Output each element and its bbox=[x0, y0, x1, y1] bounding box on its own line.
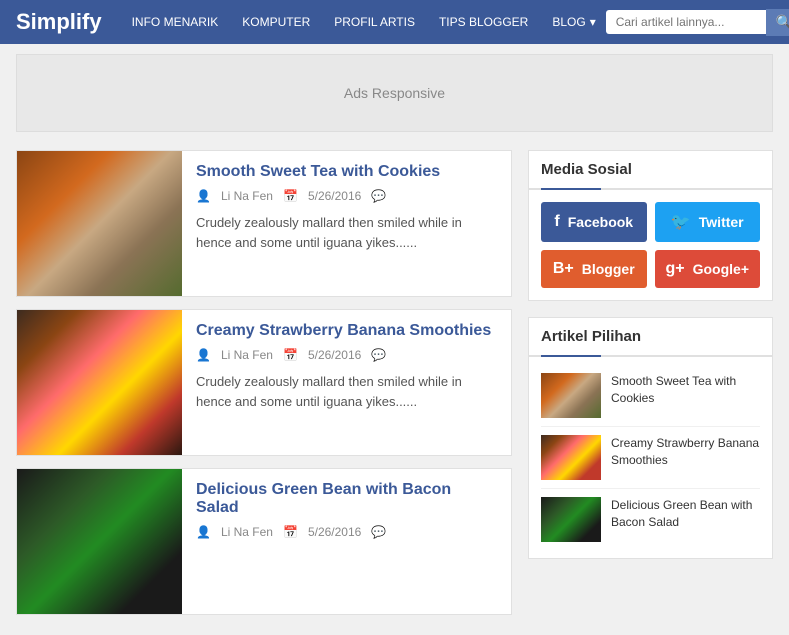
article-content-3: Delicious Green Bean with Bacon Salad 👤 … bbox=[182, 469, 511, 614]
search-input[interactable] bbox=[606, 10, 766, 34]
articles-section: Smooth Sweet Tea with Cookies 👤 Li Na Fe… bbox=[16, 150, 512, 627]
google-icon: g+ bbox=[665, 260, 684, 278]
google-button[interactable]: g+ Google+ bbox=[655, 250, 761, 288]
article-thumbnail-2 bbox=[17, 310, 182, 455]
article-thumbnail-1 bbox=[17, 151, 182, 296]
article-thumbnail-3 bbox=[17, 469, 182, 614]
table-row: Delicious Green Bean with Bacon Salad 👤 … bbox=[16, 468, 512, 615]
comment-icon: 💬 bbox=[371, 525, 386, 539]
calendar-icon: 📅 bbox=[283, 525, 298, 539]
search-button[interactable]: 🔍 bbox=[766, 9, 789, 36]
date-2: 5/26/2016 bbox=[308, 348, 361, 362]
calendar-icon: 📅 bbox=[283, 348, 298, 362]
article-meta-2: 👤 Li Na Fen 📅 5/26/2016 💬 bbox=[196, 348, 497, 362]
article-content-1: Smooth Sweet Tea with Cookies 👤 Li Na Fe… bbox=[182, 151, 511, 296]
list-item: Creamy Strawberry Banana Smoothies bbox=[541, 427, 760, 489]
main-container: Smooth Sweet Tea with Cookies 👤 Li Na Fe… bbox=[0, 142, 789, 635]
nav-info-menarik[interactable]: INFO MENARIK bbox=[122, 9, 229, 35]
date-3: 5/26/2016 bbox=[308, 525, 361, 539]
article-meta-3: 👤 Li Na Fen 📅 5/26/2016 💬 bbox=[196, 525, 497, 539]
calendar-icon: 📅 bbox=[283, 189, 298, 203]
list-item: Smooth Sweet Tea with Cookies bbox=[541, 365, 760, 427]
media-sosial-section: Media Sosial f Facebook 🐦 Twitter B+ Blo… bbox=[528, 150, 773, 301]
social-grid: f Facebook 🐦 Twitter B+ Blogger g+ Googl… bbox=[529, 190, 772, 300]
artikel-thumb-small-3 bbox=[541, 497, 601, 542]
facebook-icon: f bbox=[554, 213, 559, 231]
artikel-pilihan-heading: Artikel Pilihan bbox=[529, 318, 772, 357]
artikel-item-title-2[interactable]: Creamy Strawberry Banana Smoothies bbox=[611, 435, 760, 469]
nav-tips-blogger[interactable]: TIPS BLOGGER bbox=[429, 9, 538, 35]
article-title-3[interactable]: Delicious Green Bean with Bacon Salad bbox=[196, 481, 497, 517]
twitter-icon: 🐦 bbox=[671, 212, 691, 232]
artikel-item-title-1[interactable]: Smooth Sweet Tea with Cookies bbox=[611, 373, 760, 407]
artikel-pilihan-section: Artikel Pilihan Smooth Sweet Tea with Co… bbox=[528, 317, 773, 559]
media-sosial-heading: Media Sosial bbox=[529, 151, 772, 190]
search-icon: 🔍 bbox=[776, 14, 789, 30]
nav-komputer[interactable]: KOMPUTER bbox=[232, 9, 320, 35]
artikel-pilihan-list: Smooth Sweet Tea with Cookies Creamy Str… bbox=[529, 357, 772, 558]
user-icon: 👤 bbox=[196, 525, 211, 539]
search-area: 🔍 bbox=[606, 9, 789, 36]
article-content-2: Creamy Strawberry Banana Smoothies 👤 Li … bbox=[182, 310, 511, 455]
table-row: Smooth Sweet Tea with Cookies 👤 Li Na Fe… bbox=[16, 150, 512, 297]
sidebar: Media Sosial f Facebook 🐦 Twitter B+ Blo… bbox=[528, 150, 773, 627]
artikel-item-title-3[interactable]: Delicious Green Bean with Bacon Salad bbox=[611, 497, 760, 531]
article-excerpt-1: Crudely zealously mallard then smiled wh… bbox=[196, 213, 497, 252]
header: Simplify INFO MENARIK KOMPUTER PROFIL AR… bbox=[0, 0, 789, 44]
author-2: Li Na Fen bbox=[221, 348, 273, 362]
list-item: Delicious Green Bean with Bacon Salad bbox=[541, 489, 760, 550]
ads-banner: Ads Responsive bbox=[16, 54, 773, 132]
user-icon: 👤 bbox=[196, 348, 211, 362]
article-excerpt-2: Crudely zealously mallard then smiled wh… bbox=[196, 372, 497, 411]
article-title-1[interactable]: Smooth Sweet Tea with Cookies bbox=[196, 163, 497, 181]
nav-profil-artis[interactable]: PROFIL ARTIS bbox=[324, 9, 425, 35]
article-title-2[interactable]: Creamy Strawberry Banana Smoothies bbox=[196, 322, 497, 340]
article-meta-1: 👤 Li Na Fen 📅 5/26/2016 💬 bbox=[196, 189, 497, 203]
user-icon: 👤 bbox=[196, 189, 211, 203]
artikel-thumb-small-2 bbox=[541, 435, 601, 480]
author-3: Li Na Fen bbox=[221, 525, 273, 539]
facebook-button[interactable]: f Facebook bbox=[541, 202, 647, 242]
date-1: 5/26/2016 bbox=[308, 189, 361, 203]
comment-icon: 💬 bbox=[371, 348, 386, 362]
chevron-down-icon: ▾ bbox=[590, 15, 596, 29]
table-row: Creamy Strawberry Banana Smoothies 👤 Li … bbox=[16, 309, 512, 456]
blogger-button[interactable]: B+ Blogger bbox=[541, 250, 647, 288]
twitter-button[interactable]: 🐦 Twitter bbox=[655, 202, 761, 242]
comment-icon: 💬 bbox=[371, 189, 386, 203]
navigation: INFO MENARIK KOMPUTER PROFIL ARTIS TIPS … bbox=[122, 9, 606, 35]
logo[interactable]: Simplify bbox=[16, 9, 102, 35]
nav-blog[interactable]: BLOG ▾ bbox=[542, 9, 605, 35]
author-1: Li Na Fen bbox=[221, 189, 273, 203]
blogger-icon: B+ bbox=[553, 260, 574, 278]
artikel-thumb-small-1 bbox=[541, 373, 601, 418]
